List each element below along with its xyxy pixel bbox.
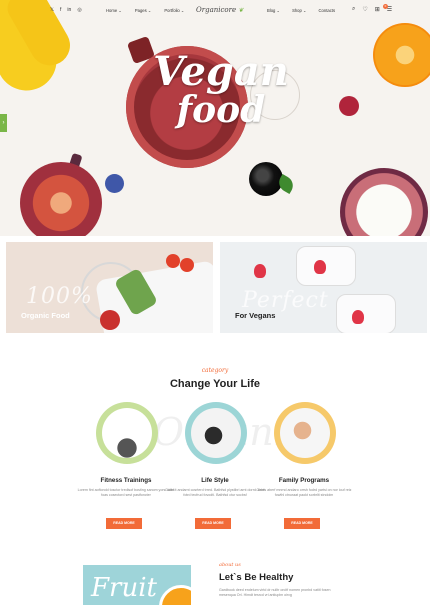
blueberry-image <box>105 174 124 193</box>
banner-script-text: Perfect <box>242 288 329 313</box>
yogurt-bowl-image <box>296 246 356 286</box>
tomato-image-2 <box>180 258 194 272</box>
banner-label: Organic Food <box>21 311 70 320</box>
nav-blog[interactable]: Blog ⌄ <box>267 8 280 13</box>
nav-shop[interactable]: Shop ⌄ <box>292 8 306 13</box>
social-links: 𝕏 f in ◎ <box>50 7 82 13</box>
nav-portfolio[interactable]: Portfolio ⌄ <box>164 8 184 13</box>
search-icon[interactable]: ⌕ <box>352 6 355 13</box>
read-more-button[interactable]: READ MORE <box>195 518 231 529</box>
leaf-icon: ❦ <box>238 7 244 14</box>
apple-image <box>100 310 120 330</box>
card-image <box>102 408 152 458</box>
nav-home[interactable]: Home ⌄ <box>106 8 122 13</box>
hero-title: Vegan food <box>146 48 296 131</box>
slider-next-arrow-icon[interactable]: › <box>0 114 7 132</box>
site-logo[interactable]: Organicore ❦ <box>196 6 243 14</box>
card-title: Fitness Trainings <box>100 477 152 484</box>
heart-icon[interactable]: ♡ <box>362 6 367 13</box>
tomato-image <box>166 254 180 268</box>
card-title: Life Style <box>201 477 229 484</box>
banner-label: For Vegans <box>235 311 276 320</box>
category-subtitle: category <box>201 367 229 374</box>
main-nav-left: Home ⌄ Pages ⌄ Portfolio ⌄ <box>106 8 197 13</box>
facebook-icon[interactable]: f <box>60 7 61 13</box>
strawberry-image-3 <box>352 310 364 324</box>
read-more-button[interactable]: READ MORE <box>284 518 320 529</box>
mangosteen-image <box>340 168 428 236</box>
banner-organic-food[interactable]: 100% Organic Food <box>6 242 213 333</box>
orange-image <box>373 23 430 87</box>
cherry-image <box>339 96 359 116</box>
about-text: Gardbook deed endelum virtd dr nulltr or… <box>219 588 331 597</box>
yogurt-bowl-image-2 <box>336 294 396 333</box>
read-more-button[interactable]: READ MORE <box>106 518 142 529</box>
cart-icon[interactable]: ⊞ <box>375 6 380 13</box>
cart-count-badge: 0 <box>383 4 388 9</box>
main-nav-right: Blog ⌄ Shop ⌄ Contacts <box>267 8 347 13</box>
instagram-icon[interactable]: ◎ <box>77 7 81 13</box>
about-subtitle: about us <box>219 562 241 568</box>
card-image <box>191 408 241 458</box>
hero-title-line1: Vegan <box>153 48 289 95</box>
card-image <box>280 408 330 458</box>
nav-pages[interactable]: Pages ⌄ <box>135 8 152 13</box>
linkedin-icon[interactable]: in <box>67 7 71 13</box>
hero-banner: Vegan food › <box>0 0 430 236</box>
about-title: Let`s Be Healthy <box>219 572 294 583</box>
card-description: Gebfs aberf mnrnd andaro orrsh fodrd yar… <box>256 488 352 497</box>
twitter-icon[interactable]: 𝕏 <box>50 7 54 13</box>
about-image: Fruit <box>83 565 191 605</box>
hero-title-line2: food <box>176 89 266 131</box>
banner-script-text: 100% <box>26 284 93 309</box>
fig-image <box>20 162 102 236</box>
banner-for-vegans[interactable]: Perfect For Vegans <box>220 242 427 333</box>
card-title: Family Programs <box>278 477 330 484</box>
site-header: 𝕏 f in ◎ Home ⌄ Pages ⌄ Portfolio ⌄ Orga… <box>0 0 430 22</box>
category-title: Change Your Life <box>169 378 261 390</box>
strawberry-image <box>254 264 266 278</box>
about-image-script: Fruit <box>91 573 157 603</box>
orange-slice-image <box>159 585 191 605</box>
blackberry-image <box>249 162 283 196</box>
logo-text: Organicore <box>196 6 237 14</box>
strawberry-image-2 <box>314 260 326 274</box>
nav-contacts[interactable]: Contacts <box>319 8 336 13</box>
